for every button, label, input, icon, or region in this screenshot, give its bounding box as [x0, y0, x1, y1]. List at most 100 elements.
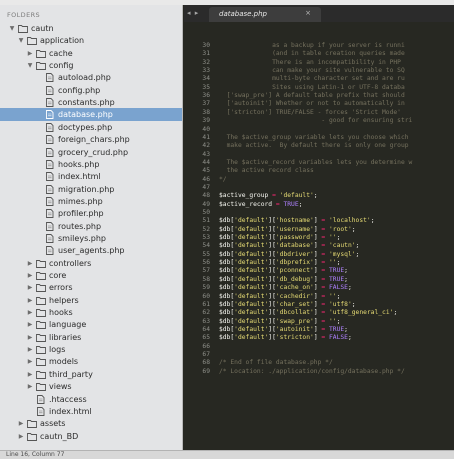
close-icon[interactable]: ×	[305, 9, 311, 17]
code-line[interactable]: $db['default']['dbdriver'] = 'mysql';	[219, 251, 359, 259]
tree-file[interactable]: grocery_crud.php	[0, 146, 182, 159]
chevron-right-icon[interactable]: ▶	[26, 257, 34, 270]
tree-file[interactable]: doctypes.php	[0, 121, 182, 134]
config-key: 'hostname'	[275, 217, 314, 225]
code-line[interactable]: $db['default']['cachedir'] = '';	[219, 293, 340, 301]
tree-folder[interactable]: ▼ cautn	[0, 22, 182, 35]
tree-item-label: assets	[40, 419, 66, 429]
code-line[interactable]: (and in table creation queries made	[219, 50, 405, 58]
chevron-right-icon[interactable]: ▶	[26, 380, 34, 393]
chevron-right-icon[interactable]: ▶	[26, 47, 34, 60]
chevron-right-icon[interactable]: ▶	[26, 281, 34, 294]
code-line[interactable]: make active. By default there is only on…	[219, 142, 409, 150]
line-number: 31	[202, 50, 210, 58]
chevron-right-icon[interactable]: ▶	[17, 417, 25, 430]
string: 'default'	[234, 284, 269, 292]
code-line[interactable]: $db['default']['pconnect'] = TRUE;	[219, 267, 348, 275]
tree-folder[interactable]: ▶ controllers	[0, 257, 182, 270]
tree-folder[interactable]: ▶ cautn_BD	[0, 430, 182, 443]
code-line[interactable]: can make your site vulnerable to SQ	[219, 67, 405, 75]
tree-folder[interactable]: ▶ views	[0, 380, 182, 393]
line-number-gutter: 30 31 32 33 34 35 36 37 38 39 40 41 42 43 44 45 46 47 48 49…	[184, 22, 216, 450]
chevron-right-icon[interactable]: ▶	[26, 318, 34, 331]
tree-file[interactable]: routes.php	[0, 220, 182, 233]
code-line[interactable]: Sites using Latin-1 or UTF-8 databa	[219, 84, 405, 92]
tree-folder[interactable]: ▶ libraries	[0, 331, 182, 344]
code-line[interactable]: $db['default']['hostname'] = 'localhost'…	[219, 217, 374, 225]
code-line[interactable]: There is an incompatibility in PHP	[219, 59, 401, 67]
tree-folder[interactable]: ▶ logs	[0, 343, 182, 356]
tree-file[interactable]: database.php	[0, 108, 182, 122]
code-line[interactable]: */	[219, 176, 227, 184]
tree-folder[interactable]: ▼ config	[0, 59, 182, 72]
tree-file[interactable]: .htaccess	[0, 393, 182, 406]
chevron-right-icon[interactable]: ▶	[17, 430, 25, 443]
code-line[interactable]: the active record class	[219, 167, 314, 175]
comment-text: Sites using Latin-1 or UTF-8 databa	[219, 83, 405, 91]
tree-file[interactable]: migration.php	[0, 183, 182, 196]
code-line[interactable]: multi-byte character set and are ru	[219, 75, 405, 83]
code-line[interactable]: /* End of file database.php */	[219, 359, 333, 367]
code-line[interactable]: $db['default']['stricton'] = FALSE;	[219, 334, 352, 342]
code-line[interactable]: - good for ensuring stri	[219, 117, 412, 125]
tree-file[interactable]: profiler.php	[0, 207, 182, 220]
tab-nav-arrows[interactable]: ◂ ▸	[187, 9, 199, 17]
chevron-right-icon[interactable]: ▶	[26, 294, 34, 307]
chevron-down-icon[interactable]: ▼	[26, 59, 34, 72]
code-line[interactable]: $db['default']['dbprefix'] = '';	[219, 259, 340, 267]
tree-folder[interactable]: ▶ hooks	[0, 306, 182, 319]
comment-text: ['swap_pre'] A default table prefix that…	[219, 92, 405, 100]
tree-folder[interactable]: ▶ third_party	[0, 368, 182, 381]
tree-file[interactable]: hooks.php	[0, 158, 182, 171]
tree-folder[interactable]: ▶ helpers	[0, 294, 182, 307]
tree-file[interactable]: index.html	[0, 170, 182, 183]
code-line[interactable]: $db['default']['swap_pre'] = '';	[219, 318, 340, 326]
tree-file[interactable]: index.html	[0, 405, 182, 418]
tree-file[interactable]: constants.php	[0, 96, 182, 109]
code-editor[interactable]: as a backup if your server is runni (and…	[216, 22, 454, 450]
code-line[interactable]: as a backup if your server is runni	[219, 42, 405, 50]
chevron-right-icon[interactable]: ▶	[26, 269, 34, 282]
code-line[interactable]: $active_group = 'default';	[219, 192, 318, 200]
tab-database-php[interactable]: database.php ×	[209, 7, 321, 22]
tree-file[interactable]: smileys.php	[0, 232, 182, 245]
tree-folder[interactable]: ▶ language	[0, 318, 182, 331]
chevron-right-icon[interactable]: ▶	[26, 331, 34, 344]
tree-folder[interactable]: ▶ cache	[0, 47, 182, 60]
tree-folder[interactable]: ▶ assets	[0, 417, 182, 430]
tree-file[interactable]: user_agents.php	[0, 244, 182, 257]
code-line[interactable]: $active_record = TRUE;	[219, 201, 302, 209]
chevron-right-icon[interactable]: ▶	[26, 306, 34, 319]
code-line[interactable]: $db['default']['autoinit'] = TRUE;	[219, 326, 348, 334]
code-line[interactable]: $db['default']['database'] = 'cautn';	[219, 242, 359, 250]
code-line[interactable]: $db['default']['char_set'] = 'utf8';	[219, 301, 356, 309]
tree-file[interactable]: autoload.php	[0, 71, 182, 84]
code-line[interactable]: $db['default']['cache_on'] = FALSE;	[219, 284, 352, 292]
chevron-down-icon[interactable]: ▼	[17, 34, 25, 47]
code-line[interactable]: /* Location: ./application/config/databa…	[219, 368, 405, 376]
chevron-right-icon[interactable]: ▶	[26, 343, 34, 356]
code-line[interactable]: ['stricton'] TRUE/FALSE - forces 'Strict…	[219, 109, 401, 117]
code-line[interactable]: ['autoinit'] Whether or not to automatic…	[219, 100, 405, 108]
tree-file[interactable]: mimes.php	[0, 195, 182, 208]
tree-folder[interactable]: ▶ errors	[0, 281, 182, 294]
code-line[interactable]: ['swap_pre'] A default table prefix that…	[219, 92, 405, 100]
line-number: 30	[202, 42, 210, 49]
tree-file[interactable]: foreign_chars.php	[0, 133, 182, 146]
tree-folder[interactable]: ▶ core	[0, 269, 182, 282]
chevron-right-icon[interactable]: ▶	[26, 355, 34, 368]
chevron-right-icon[interactable]: ▶	[26, 368, 34, 381]
code-line[interactable]: $db['default']['db_debug'] = TRUE;	[219, 276, 348, 284]
code-line[interactable]: $db['default']['username'] = 'root';	[219, 226, 356, 234]
code-line[interactable]: $db['default']['dbcollat'] = 'utf8_gener…	[219, 309, 397, 317]
code-line[interactable]: The $active_group variable lets you choo…	[219, 134, 409, 142]
code-line[interactable]: The $active_record variables lets you de…	[219, 159, 413, 167]
tree-folder[interactable]: ▼ application	[0, 34, 182, 47]
chevron-down-icon[interactable]: ▼	[8, 22, 16, 35]
code-line[interactable]: $db['default']['password'] = '';	[219, 234, 340, 242]
tree-folder[interactable]: ▶ models	[0, 355, 182, 368]
line-number: 60	[202, 292, 210, 300]
line-number: 62	[202, 309, 210, 317]
semicolon: ;	[347, 284, 352, 292]
tree-file[interactable]: config.php	[0, 84, 182, 97]
